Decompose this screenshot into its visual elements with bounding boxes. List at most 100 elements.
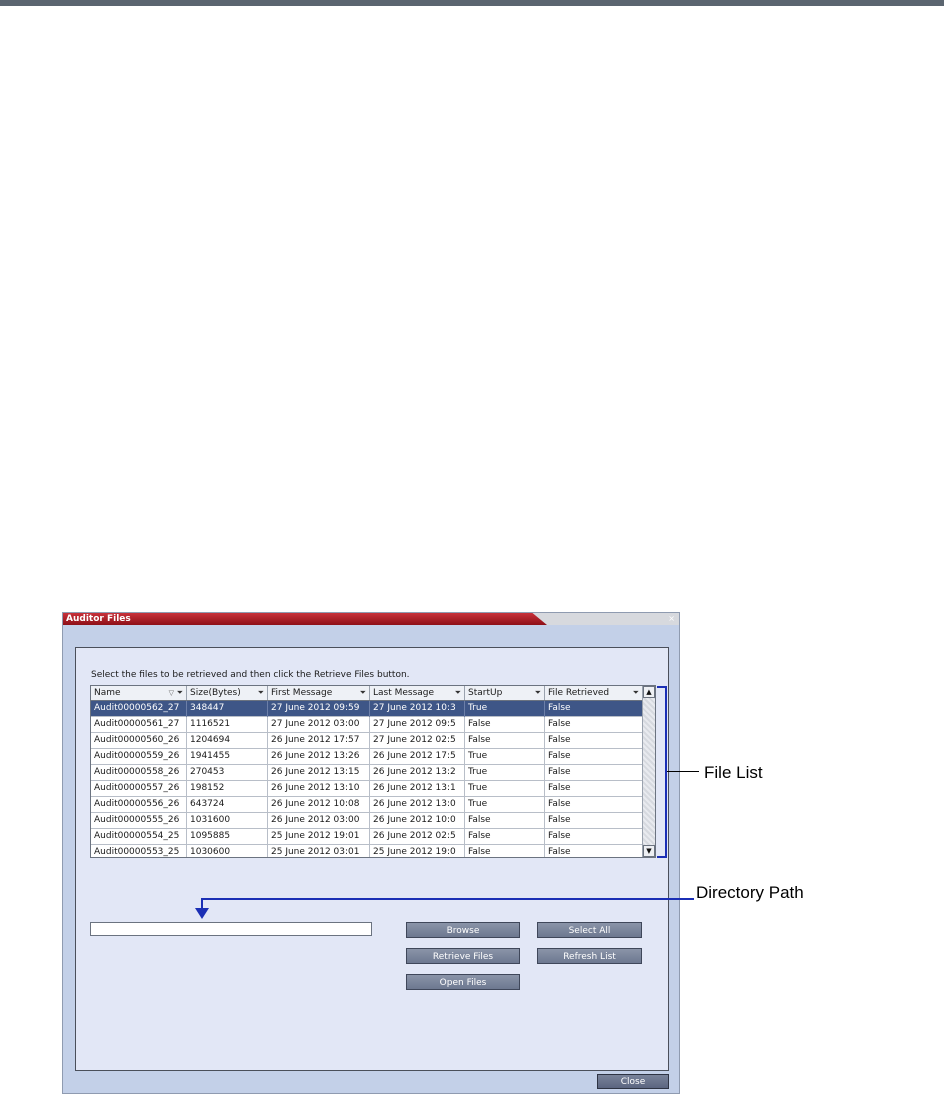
browse-button[interactable]: Browse [406, 922, 520, 938]
column-header-name[interactable]: Name ▽ ⏷ [91, 686, 187, 700]
cell-startup: True [465, 765, 545, 781]
file-list-grid: Name ▽ ⏷ Size(Bytes) ⏷ First Message ⏷ L… [90, 685, 656, 858]
dialog-content-panel: Select the files to be retrieved and the… [75, 647, 669, 1071]
cell-startup: True [465, 749, 545, 765]
cell-last-message: 26 June 2012 02:5 [370, 829, 465, 845]
column-header-size[interactable]: Size(Bytes) ⏷ [187, 686, 268, 700]
column-header-startup[interactable]: StartUp ⏷ [465, 686, 545, 700]
close-icon[interactable]: × [668, 613, 675, 625]
cell-first-message: 25 June 2012 03:01 [268, 845, 370, 857]
filter-icon[interactable]: ⏷ [177, 686, 183, 700]
cell-first-message: 26 June 2012 03:00 [268, 813, 370, 829]
cell-file-retrieved: False [545, 813, 643, 829]
cell-name: Audit00000556_26 [91, 797, 187, 813]
grid-rows: Audit00000562_27 348447 27 June 2012 09:59… [91, 701, 643, 857]
table-row[interactable]: Audit00000559_26 1941455 26 June 2012 13:2… [91, 749, 643, 765]
cell-file-retrieved: False [545, 797, 643, 813]
column-header-first-message[interactable]: First Message ⏷ [268, 686, 370, 700]
column-header-label: First Message [271, 688, 333, 698]
cell-startup: False [465, 829, 545, 845]
cell-startup: False [465, 813, 545, 829]
table-row[interactable]: Audit00000557_26 198152 26 June 2012 13:10… [91, 781, 643, 797]
column-header-label: StartUp [468, 688, 503, 698]
cell-startup: False [465, 733, 545, 749]
table-row[interactable]: Audit00000553_25 1030600 25 June 2012 03:0… [91, 845, 643, 857]
cell-size: 1031600 [187, 813, 268, 829]
cell-name: Audit00000557_26 [91, 781, 187, 797]
page-top-rule [0, 0, 944, 6]
cell-last-message: 26 June 2012 13:1 [370, 781, 465, 797]
cell-file-retrieved: False [545, 749, 643, 765]
sort-icon[interactable]: ▽ [169, 686, 174, 700]
file-list-annotation: File List [704, 763, 763, 782]
column-header-file-retrieved[interactable]: File Retrieved ⏷ [545, 686, 643, 700]
table-row[interactable]: Audit00000554_25 1095885 25 June 2012 19:0… [91, 829, 643, 845]
cell-first-message: 26 June 2012 13:15 [268, 765, 370, 781]
scroll-up-icon[interactable]: ▲ [643, 686, 655, 698]
cell-first-message: 26 June 2012 17:57 [268, 733, 370, 749]
cell-name: Audit00000553_25 [91, 845, 187, 857]
filter-icon[interactable]: ⏷ [633, 686, 639, 700]
cell-startup: True [465, 701, 545, 717]
cell-name: Audit00000560_26 [91, 733, 187, 749]
dialog-title: Auditor Files [66, 614, 131, 624]
directory-path-input[interactable] [90, 922, 372, 936]
column-header-label: Size(Bytes) [190, 688, 241, 698]
table-row[interactable]: Audit00000556_26 643724 26 June 2012 10:08… [91, 797, 643, 813]
cell-size: 1204694 [187, 733, 268, 749]
column-header-last-message[interactable]: Last Message ⏷ [370, 686, 465, 700]
table-row[interactable]: Audit00000560_26 1204694 26 June 2012 17:5… [91, 733, 643, 749]
cell-size: 1116521 [187, 717, 268, 733]
cell-last-message: 26 June 2012 17:5 [370, 749, 465, 765]
cell-name: Audit00000561_27 [91, 717, 187, 733]
column-header-label: Last Message [373, 688, 435, 698]
grid-header: Name ▽ ⏷ Size(Bytes) ⏷ First Message ⏷ L… [91, 686, 643, 701]
cell-name: Audit00000554_25 [91, 829, 187, 845]
table-row[interactable]: Audit00000561_27 1116521 27 June 2012 03:0… [91, 717, 643, 733]
cell-file-retrieved: False [545, 829, 643, 845]
vertical-scrollbar[interactable]: ▲ ▼ [642, 686, 655, 857]
cell-first-message: 27 June 2012 09:59 [268, 701, 370, 717]
cell-startup: True [465, 797, 545, 813]
cell-first-message: 27 June 2012 03:00 [268, 717, 370, 733]
column-header-label: Name [94, 688, 121, 698]
cell-size: 1030600 [187, 845, 268, 857]
filter-icon[interactable]: ⏷ [360, 686, 366, 700]
cell-file-retrieved: False [545, 845, 643, 857]
cell-size: 270453 [187, 765, 268, 781]
cell-name: Audit00000562_27 [91, 701, 187, 717]
close-button[interactable]: Close [597, 1074, 669, 1089]
cell-first-message: 25 June 2012 19:01 [268, 829, 370, 845]
cell-size: 1941455 [187, 749, 268, 765]
cell-last-message: 27 June 2012 09:5 [370, 717, 465, 733]
select-all-button[interactable]: Select All [537, 922, 642, 938]
cell-name: Audit00000558_26 [91, 765, 187, 781]
cell-last-message: 27 June 2012 10:3 [370, 701, 465, 717]
directory-path-callout-line [202, 898, 694, 900]
cell-size: 198152 [187, 781, 268, 797]
table-row[interactable]: Audit00000562_27 348447 27 June 2012 09:59… [91, 701, 643, 717]
filter-icon[interactable]: ⏷ [258, 686, 264, 700]
cell-first-message: 26 June 2012 13:10 [268, 781, 370, 797]
open-files-button[interactable]: Open Files [406, 974, 520, 990]
filter-icon[interactable]: ⏷ [535, 686, 541, 700]
file-list-bracket [665, 686, 667, 858]
table-row[interactable]: Audit00000555_26 1031600 26 June 2012 03:0… [91, 813, 643, 829]
instruction-text: Select the files to be retrieved and the… [91, 670, 410, 680]
scroll-down-icon[interactable]: ▼ [643, 845, 655, 857]
cell-file-retrieved: False [545, 765, 643, 781]
filter-icon[interactable]: ⏷ [455, 686, 461, 700]
cell-last-message: 25 June 2012 19:0 [370, 845, 465, 857]
auditor-files-dialog: Auditor Files × Select the files to be r… [62, 612, 680, 1094]
file-list-callout-line [667, 771, 699, 772]
cell-startup: False [465, 717, 545, 733]
cell-last-message: 26 June 2012 13:2 [370, 765, 465, 781]
cell-first-message: 26 June 2012 10:08 [268, 797, 370, 813]
retrieve-files-button[interactable]: Retrieve Files [406, 948, 520, 964]
table-row[interactable]: Audit00000558_26 270453 26 June 2012 13:15… [91, 765, 643, 781]
cell-size: 348447 [187, 701, 268, 717]
file-list-bracket-bottom [657, 856, 667, 858]
refresh-list-button[interactable]: Refresh List [537, 948, 642, 964]
column-header-label: File Retrieved [548, 688, 610, 698]
dialog-title-tab [63, 613, 547, 625]
